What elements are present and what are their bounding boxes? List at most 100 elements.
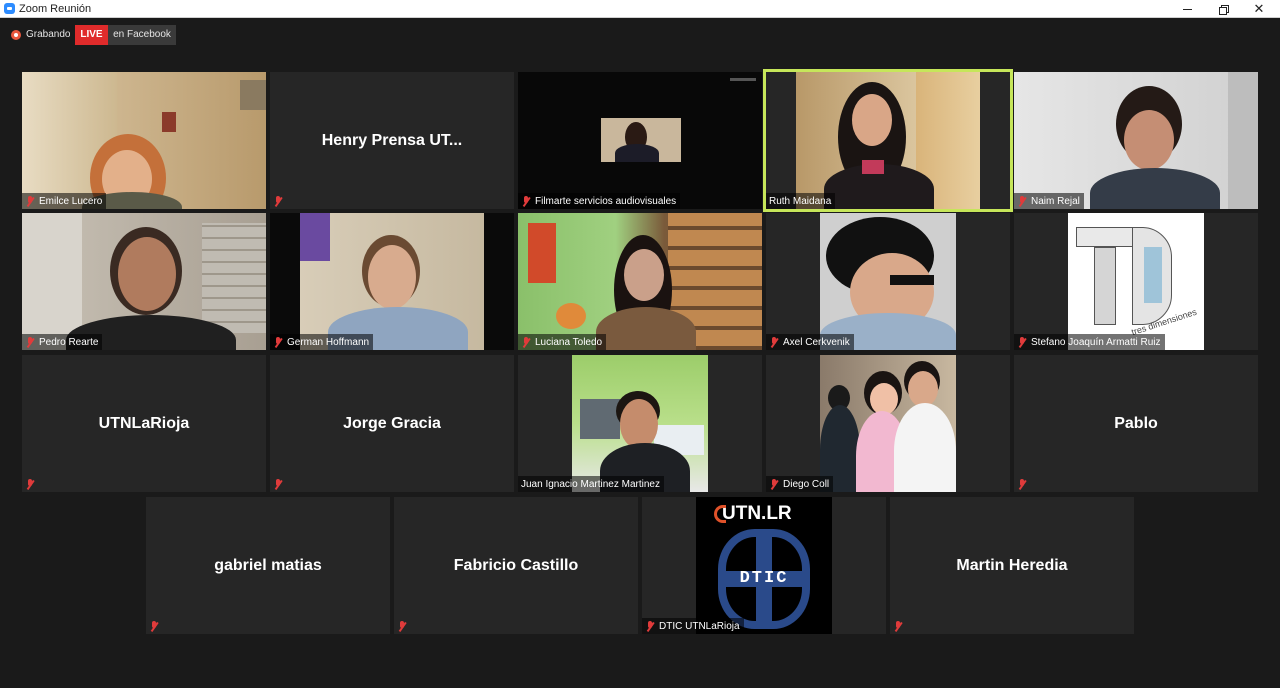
window-title-bar: Zoom Reunión ✕ [0,0,1280,18]
participant-name-bar: Pedro Rearte [22,334,103,350]
participant-name-bar [394,618,411,634]
microphone-muted-icon [1017,478,1027,490]
microphone-muted-icon [397,620,407,632]
live-badge[interactable]: LIVE [75,25,108,45]
participant-tile[interactable]: Emilce Lucero [22,72,266,209]
participant-name-bar: DTIC UTNLaRioja [642,618,744,634]
participant-name-center: gabriel matias [214,557,322,574]
participant-name-bar: Naim Rejal [1014,193,1084,209]
td-logo-video: tres dimensiones [1068,213,1204,350]
participant-tile-active-speaker[interactable]: Ruth Maidana [763,69,1013,212]
participant-name-center: Fabricio Castillo [453,557,579,574]
participant-name: Emilce Lucero [39,195,103,207]
participant-name: Diego Coll [783,478,830,490]
dtic-text: DTIC [739,569,789,588]
participant-tile[interactable]: Luciana Toledo [518,213,762,350]
participant-video [1014,72,1258,209]
participant-tile[interactable]: German Hoffmann [270,213,514,350]
microphone-muted-icon [149,620,159,632]
microphone-muted-icon [645,620,655,632]
microphone-muted-icon [769,478,779,490]
participant-name-bar [1014,476,1031,492]
microphone-muted-icon [521,195,531,207]
participant-name-bar [890,618,907,634]
live-destination[interactable]: en Facebook [108,25,176,45]
participant-name: DTIC UTNLaRioja [659,620,740,632]
participant-tile[interactable]: Fabricio Castillo [394,497,638,634]
participant-name-center: Jorge Gracia [343,415,441,432]
participant-name-bar: Ruth Maidana [766,193,836,209]
participant-tile[interactable]: Jorge Gracia [270,355,514,492]
participant-tile[interactable]: UTN.LR DTIC DTIC UTNLaRioja [642,497,886,634]
participant-name: Ruth Maidana [769,195,832,207]
participant-name-bar [22,476,39,492]
participant-video [518,72,762,209]
participant-tile[interactable]: Diego Coll [766,355,1010,492]
close-button[interactable]: ✕ [1242,0,1276,18]
microphone-muted-icon [25,195,35,207]
participant-name-bar: German Hoffmann [270,334,374,350]
participant-name-bar: Filmarte servicios audiovisuales [518,193,681,209]
participant-name: Filmarte servicios audiovisuales [535,195,677,207]
microphone-muted-icon [769,336,779,348]
participant-name: Naim Rejal [1031,195,1080,207]
microphone-muted-icon [273,478,283,490]
participant-video [518,213,762,350]
participant-tile[interactable]: Henry Prensa UT... [270,72,514,209]
participant-tile[interactable]: Juan Ignacio Martinez Martinez [518,355,762,492]
participant-video [796,72,980,209]
participant-video [300,213,484,350]
zoom-app-icon [4,3,15,14]
participant-name: Luciana Toledo [535,336,603,348]
window-title: Zoom Reunión [19,3,92,15]
participant-name-center: Henry Prensa UT... [321,132,463,149]
utn-logo-video: UTN.LR DTIC [696,497,832,634]
participant-name-bar: Luciana Toledo [518,334,607,350]
minimize-button[interactable] [1170,0,1204,18]
minimize-icon [1182,8,1192,10]
participant-name-center: Martin Heredia [956,557,1068,574]
participant-name-bar: Juan Ignacio Martinez Martinez [518,476,664,492]
participant-tile[interactable]: Pedro Rearte [22,213,266,350]
recording-icon [11,30,21,40]
participant-name-bar: Emilce Lucero [22,193,107,209]
participant-video [22,213,266,350]
participant-name: Juan Ignacio Martinez Martinez [521,478,660,490]
restore-icon [1219,5,1229,16]
microphone-muted-icon [521,336,531,348]
utn-logo-text: UTN.LR [722,503,792,524]
participant-name: German Hoffmann [287,336,370,348]
participant-tile[interactable]: UTNLaRioja [22,355,266,492]
participant-video [22,72,266,209]
participant-tile[interactable]: gabriel matias [146,497,390,634]
participant-name: Pedro Rearte [39,336,99,348]
microphone-muted-icon [25,336,35,348]
microphone-muted-icon [1017,336,1027,348]
participant-tile[interactable]: tres dimensiones Stefano Joaquín Armatti… [1014,213,1258,350]
participant-tile[interactable]: Martin Heredia [890,497,1134,634]
recording-status: Grabando [26,29,71,40]
restore-button[interactable] [1206,0,1240,18]
participant-tile[interactable]: Pablo [1014,355,1258,492]
microphone-muted-icon [273,195,283,207]
close-icon: ✕ [1253,1,1265,16]
participant-video [820,355,956,492]
participant-name-bar: Axel Cerkvenik [766,334,854,350]
microphone-muted-icon [25,478,35,490]
participant-tile[interactable]: Naim Rejal [1014,72,1258,209]
participant-name-bar [270,476,287,492]
participant-video [820,213,956,350]
participant-name-bar [270,193,287,209]
participant-name: Axel Cerkvenik [783,336,850,348]
participant-name-bar: Stefano Joaquín Armatti Ruiz [1014,334,1165,350]
participant-name-center: Pablo [1114,415,1158,432]
participant-tile[interactable]: Axel Cerkvenik [766,213,1010,350]
participant-name-center: UTNLaRioja [98,415,190,432]
microphone-muted-icon [273,336,283,348]
participant-tile[interactable]: Filmarte servicios audiovisuales [518,72,762,209]
participant-video [572,355,708,492]
participant-name-bar [146,618,163,634]
participant-name: Stefano Joaquín Armatti Ruiz [1031,336,1161,348]
participant-name-bar: Diego Coll [766,476,834,492]
microphone-muted-icon [893,620,903,632]
